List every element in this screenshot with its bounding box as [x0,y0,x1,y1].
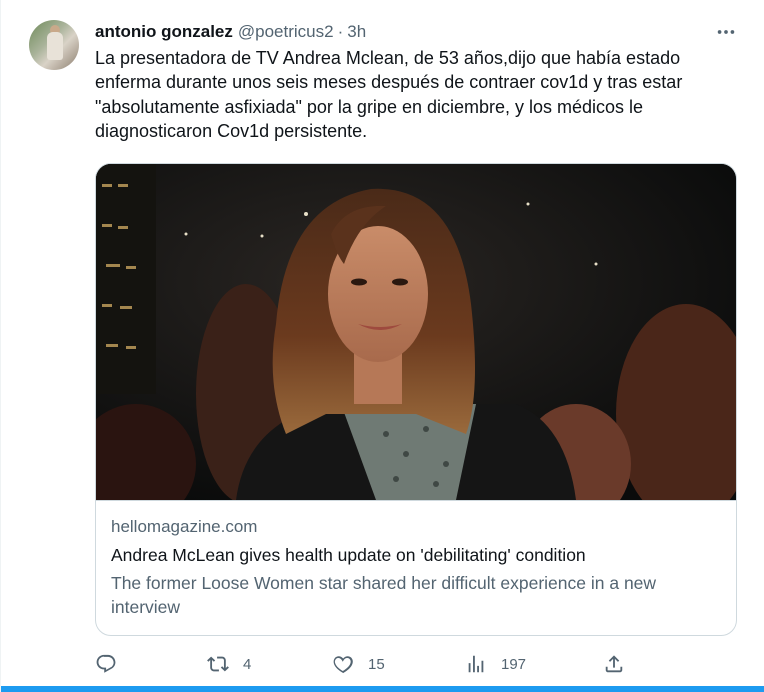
link-card[interactable]: hellomagazine.com Andrea McLean gives he… [95,163,737,636]
more-icon [717,30,735,34]
author-name[interactable]: antonio gonzalez [95,22,233,42]
share-icon [605,655,623,673]
tweet-timestamp[interactable]: 3h [347,22,366,42]
like-icon [333,656,353,674]
card-domain: hellomagazine.com [111,517,258,536]
bottom-accent-bar [1,686,764,692]
retweet-count: 4 [243,655,252,673]
reply-button[interactable] [95,650,131,678]
more-options-button[interactable] [713,22,739,42]
tweet-text: La presentadora de TV Andrea Mclean, de … [95,48,683,141]
card-title: Andrea McLean gives health update on 'de… [111,545,586,565]
card-description: The former Loose Women star shared her d… [111,573,657,617]
like-count: 15 [368,655,385,673]
retweet-icon [207,656,229,672]
views-count: 197 [501,655,527,673]
tweet-article[interactable]: antonio gonzalez @poetricus2 · 3h La pre… [0,0,764,692]
retweet-button[interactable]: 4 [207,650,251,678]
reply-icon [96,654,116,673]
action-bar: 4 15 197 [95,650,735,678]
separator-dot: · [337,22,344,41]
views-button[interactable]: 197 [465,650,526,678]
tweet-header: antonio gonzalez @poetricus2 · 3h [95,21,366,43]
author-handle[interactable]: @poetricus2 [238,22,334,42]
views-icon [468,655,484,673]
like-button[interactable]: 15 [332,650,385,678]
avatar-figure [47,32,63,60]
card-image[interactable] [96,164,736,500]
share-button[interactable] [603,650,625,678]
card-photo [96,164,736,500]
avatar[interactable] [29,20,79,70]
card-meta[interactable]: hellomagazine.com Andrea McLean gives he… [96,500,736,635]
